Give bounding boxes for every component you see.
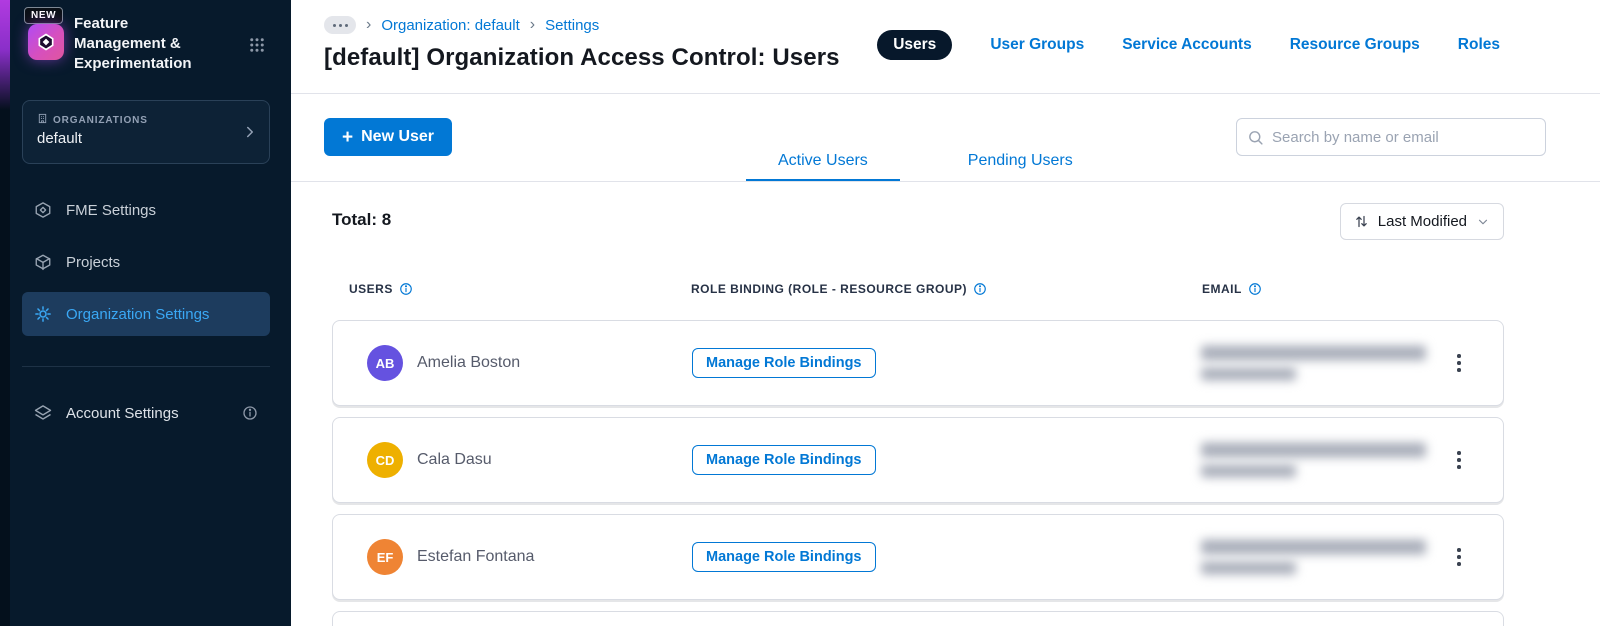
user-name: Estefan Fontana bbox=[417, 548, 535, 565]
toolbar-divider bbox=[291, 181, 1600, 182]
row-menu-kebab-icon[interactable] bbox=[1445, 349, 1473, 377]
column-label: EMAIL bbox=[1202, 282, 1242, 296]
tab-pending-users[interactable]: Pending Users bbox=[936, 140, 1105, 182]
tab-user-groups[interactable]: User Groups bbox=[990, 36, 1084, 54]
total-count: Total: 8 bbox=[332, 210, 392, 229]
sidebar-item-label: Projects bbox=[66, 253, 121, 271]
tab-active-users[interactable]: Active Users bbox=[746, 140, 900, 182]
search-input[interactable] bbox=[1272, 128, 1535, 146]
breadcrumb-separator-icon: › bbox=[529, 16, 536, 33]
user-list: AB Amelia Boston Manage Role Bindings CD… bbox=[332, 320, 1504, 626]
column-header-role-binding: ROLE BINDING (ROLE - RESOURCE GROUP) bbox=[691, 282, 987, 296]
left-rail bbox=[0, 0, 10, 626]
layers-icon bbox=[34, 404, 52, 422]
product-logo-icon[interactable] bbox=[28, 24, 64, 60]
sort-label: Last Modified bbox=[1377, 213, 1467, 230]
projects-icon bbox=[34, 253, 52, 271]
new-user-button[interactable]: + New User bbox=[324, 118, 453, 156]
organizations-label: ORGANIZATIONS bbox=[53, 114, 148, 126]
chevron-right-icon bbox=[241, 123, 259, 146]
tab-resource-groups[interactable]: Resource Groups bbox=[1290, 36, 1420, 54]
main-content: › Organization: default › Settings [defa… bbox=[291, 0, 1600, 626]
column-header-users: USERS bbox=[349, 282, 413, 296]
table-row: CD Cala Dasu Manage Role Bindings bbox=[332, 417, 1504, 503]
info-icon[interactable] bbox=[1248, 282, 1262, 296]
gear-icon bbox=[34, 305, 52, 323]
email-redacted bbox=[1201, 442, 1441, 478]
sidebar-item-fme-settings[interactable]: FME Settings bbox=[22, 188, 270, 232]
info-icon[interactable] bbox=[973, 282, 987, 296]
breadcrumb-separator-icon: › bbox=[366, 16, 372, 33]
search-box bbox=[1236, 118, 1546, 156]
user-name: Cala Dasu bbox=[417, 451, 492, 468]
new-user-button-label: New User bbox=[361, 128, 435, 145]
table-row: AB Amelia Boston Manage Role Bindings bbox=[332, 320, 1504, 406]
manage-role-bindings-button[interactable]: Manage Role Bindings bbox=[692, 542, 876, 572]
sidebar-item-organization-settings[interactable]: Organization Settings bbox=[22, 292, 270, 336]
chevron-down-icon bbox=[1476, 215, 1490, 229]
avatar: AB bbox=[367, 345, 403, 381]
breadcrumb-overflow-button[interactable] bbox=[324, 16, 356, 34]
email-redacted bbox=[1201, 345, 1441, 381]
breadcrumb-link-settings[interactable]: Settings bbox=[545, 17, 599, 34]
sort-arrows-icon bbox=[1354, 214, 1369, 229]
product-title-line: Experimentation bbox=[74, 55, 192, 72]
rail-purple-glow bbox=[0, 0, 10, 110]
tab-label: Active Users bbox=[778, 152, 868, 169]
organization-selector[interactable]: ORGANIZATIONS default bbox=[22, 100, 270, 164]
sidebar: NEW Feature Management & Experimentation bbox=[10, 0, 291, 626]
header-tabs: Users User Groups Service Accounts Resou… bbox=[877, 30, 1500, 60]
product-title: Feature Management & Experimentation bbox=[74, 14, 242, 74]
user-name: Amelia Boston bbox=[417, 354, 521, 371]
organization-icon bbox=[37, 113, 48, 127]
product-title-line: Management & bbox=[74, 35, 181, 52]
info-icon[interactable] bbox=[242, 405, 258, 421]
sidebar-item-account-settings[interactable]: Account Settings bbox=[22, 391, 270, 435]
apps-grid-icon[interactable] bbox=[248, 36, 266, 59]
sidebar-item-label: Account Settings bbox=[66, 404, 179, 422]
app-root: NEW Feature Management & Experimentation bbox=[0, 0, 1600, 626]
plus-icon: + bbox=[342, 126, 354, 148]
sidebar-divider bbox=[22, 366, 270, 367]
view-tabs: Active Users Pending Users bbox=[746, 140, 1105, 182]
new-badge: NEW bbox=[24, 7, 64, 24]
breadcrumb: › Organization: default › Settings bbox=[324, 16, 599, 34]
email-redacted bbox=[1201, 539, 1441, 575]
avatar: CD bbox=[367, 442, 403, 478]
column-header-email: EMAIL bbox=[1202, 282, 1262, 296]
tab-users[interactable]: Users bbox=[877, 30, 953, 60]
page-title: [default] Organization Access Control: U… bbox=[324, 44, 840, 71]
tab-label: Pending Users bbox=[967, 152, 1073, 169]
tab-roles[interactable]: Roles bbox=[1458, 36, 1500, 54]
organization-value: default bbox=[37, 130, 83, 147]
product-title-line: Feature bbox=[74, 15, 129, 32]
header-divider bbox=[291, 93, 1600, 94]
breadcrumb-link-organization[interactable]: Organization: default bbox=[381, 17, 519, 34]
table-row-partial bbox=[332, 611, 1504, 626]
organizations-label-row: ORGANIZATIONS bbox=[37, 113, 148, 127]
column-label: USERS bbox=[349, 282, 393, 296]
sidebar-item-label: FME Settings bbox=[66, 201, 157, 219]
table-row: EF Estefan Fontana Manage Role Bindings bbox=[332, 514, 1504, 600]
row-menu-kebab-icon[interactable] bbox=[1445, 543, 1473, 571]
manage-role-bindings-button[interactable]: Manage Role Bindings bbox=[692, 445, 876, 475]
sidebar-nav: FME Settings Projects Organization Setti… bbox=[22, 188, 270, 344]
search-icon bbox=[1247, 129, 1264, 146]
info-icon[interactable] bbox=[399, 282, 413, 296]
sidebar-item-projects[interactable]: Projects bbox=[22, 240, 270, 284]
column-label: ROLE BINDING (ROLE - RESOURCE GROUP) bbox=[691, 282, 968, 296]
sort-button[interactable]: Last Modified bbox=[1339, 203, 1504, 240]
manage-role-bindings-button[interactable]: Manage Role Bindings bbox=[692, 348, 876, 378]
tab-service-accounts[interactable]: Service Accounts bbox=[1122, 36, 1252, 54]
fme-settings-icon bbox=[34, 201, 52, 219]
sidebar-item-label: Organization Settings bbox=[66, 305, 210, 323]
avatar: EF bbox=[367, 539, 403, 575]
row-menu-kebab-icon[interactable] bbox=[1445, 446, 1473, 474]
